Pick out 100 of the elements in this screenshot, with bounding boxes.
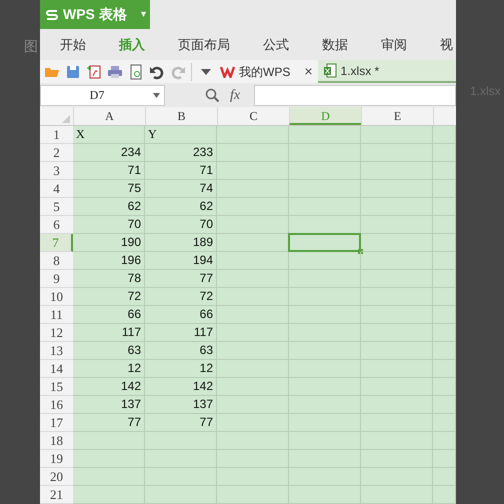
table-cell[interactable]: 190 [73,234,145,252]
table-cell[interactable] [433,270,456,288]
table-cell[interactable] [217,324,289,342]
table-cell[interactable] [361,486,433,504]
row-header[interactable]: 2 [40,144,73,162]
table-cell[interactable] [217,162,289,180]
table-cell[interactable]: 233 [145,144,217,162]
table-cell[interactable] [217,270,289,288]
table-cell[interactable] [433,180,456,198]
formula-input[interactable] [254,84,456,106]
table-cell[interactable] [289,324,361,342]
table-cell[interactable] [433,144,456,162]
table-cell[interactable]: 74 [145,180,217,198]
table-cell[interactable] [289,144,361,162]
table-cell[interactable] [217,468,289,486]
table-cell[interactable] [73,486,145,504]
table-cell[interactable] [361,450,433,468]
table-cell[interactable] [361,288,433,306]
table-cell[interactable] [289,126,361,144]
table-cell[interactable]: 234 [73,144,145,162]
table-cell[interactable]: 117 [73,324,145,342]
row-header[interactable]: 13 [40,342,73,360]
column-header[interactable]: E [361,107,433,125]
row-header[interactable]: 6 [40,216,73,234]
table-cell[interactable] [73,432,145,450]
table-cell[interactable] [217,144,289,162]
row-header[interactable]: 10 [40,288,73,306]
table-cell[interactable]: 12 [145,360,217,378]
menu-tab[interactable]: 开始 [60,34,86,54]
table-cell[interactable] [217,432,289,450]
table-cell[interactable]: 70 [145,216,217,234]
table-cell[interactable]: 77 [73,414,145,432]
row-header[interactable]: 21 [40,486,73,504]
table-cell[interactable]: 194 [145,252,217,270]
table-cell[interactable]: 117 [145,324,217,342]
table-cell[interactable]: 78 [73,270,145,288]
document-tab[interactable]: 1.xlsx * [318,60,456,83]
table-cell[interactable]: 196 [73,252,145,270]
row-header[interactable]: 18 [40,432,73,450]
table-cell[interactable]: Y [145,126,217,144]
table-cell[interactable] [433,468,456,486]
table-cell[interactable] [433,252,456,270]
table-cell[interactable] [433,378,456,396]
table-cell[interactable] [289,378,361,396]
table-cell[interactable] [289,342,361,360]
print-preview-icon[interactable] [128,64,144,80]
table-cell[interactable] [433,162,456,180]
table-cell[interactable] [433,486,456,504]
table-cell[interactable] [361,306,433,324]
table-cell[interactable] [361,414,433,432]
table-cell[interactable] [217,180,289,198]
table-cell[interactable]: 66 [145,306,217,324]
table-cell[interactable] [433,414,456,432]
table-cell[interactable]: 137 [73,396,145,414]
table-cell[interactable] [217,288,289,306]
table-cell[interactable]: 72 [145,288,217,306]
table-cell[interactable]: X [73,126,145,144]
table-cell[interactable] [433,324,456,342]
table-cell[interactable] [217,342,289,360]
row-header[interactable]: 3 [40,162,73,180]
table-cell[interactable] [361,378,433,396]
table-cell[interactable] [289,162,361,180]
table-cell[interactable] [289,288,361,306]
row-header[interactable]: 20 [40,468,73,486]
row-header[interactable]: 8 [40,252,73,270]
table-cell[interactable] [73,468,145,486]
table-cell[interactable]: 77 [145,270,217,288]
table-cell[interactable] [361,324,433,342]
column-header[interactable]: A [73,107,145,125]
table-cell[interactable]: 12 [73,360,145,378]
table-cell[interactable] [289,306,361,324]
table-cell[interactable] [361,144,433,162]
row-header[interactable]: 12 [40,324,73,342]
table-cell[interactable] [361,126,433,144]
table-cell[interactable] [361,216,433,234]
table-cell[interactable] [217,414,289,432]
table-cell[interactable]: 70 [73,216,145,234]
table-cell[interactable] [433,360,456,378]
table-cell[interactable] [289,198,361,216]
menu-tab[interactable]: 页面布局 [178,34,230,54]
table-cell[interactable]: 63 [73,342,145,360]
table-cell[interactable] [361,234,433,252]
menu-tab[interactable]: 公式 [263,34,289,54]
table-cell[interactable] [361,468,433,486]
table-cell[interactable] [433,216,456,234]
menu-tab[interactable]: 数据 [322,34,348,54]
table-cell[interactable] [217,306,289,324]
table-cell[interactable] [289,252,361,270]
search-icon[interactable] [205,88,220,102]
table-cell[interactable] [433,450,456,468]
menu-tab[interactable]: 审阅 [381,34,407,54]
table-cell[interactable] [361,432,433,450]
table-cell[interactable] [433,396,456,414]
table-cell[interactable] [433,198,456,216]
table-cell[interactable] [433,432,456,450]
table-cell[interactable] [433,234,456,252]
table-cell[interactable] [73,450,145,468]
table-cell[interactable] [433,288,456,306]
table-cell[interactable] [217,126,289,144]
table-cell[interactable] [289,450,361,468]
